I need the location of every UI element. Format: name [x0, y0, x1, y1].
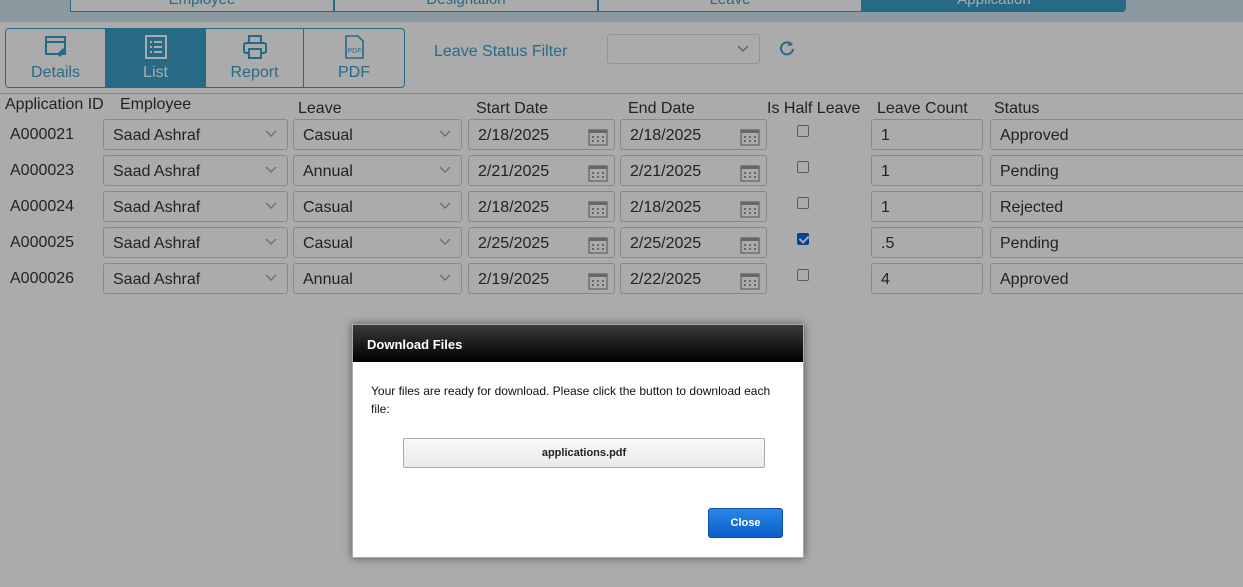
close-button[interactable]: Close — [708, 508, 783, 538]
dialog-title: Download Files — [353, 325, 803, 362]
download-file-button[interactable]: applications.pdf — [403, 438, 765, 468]
dialog-message: Your files are ready for download. Pleas… — [371, 384, 771, 416]
download-files-dialog: Download Files Your files are ready for … — [352, 324, 804, 558]
